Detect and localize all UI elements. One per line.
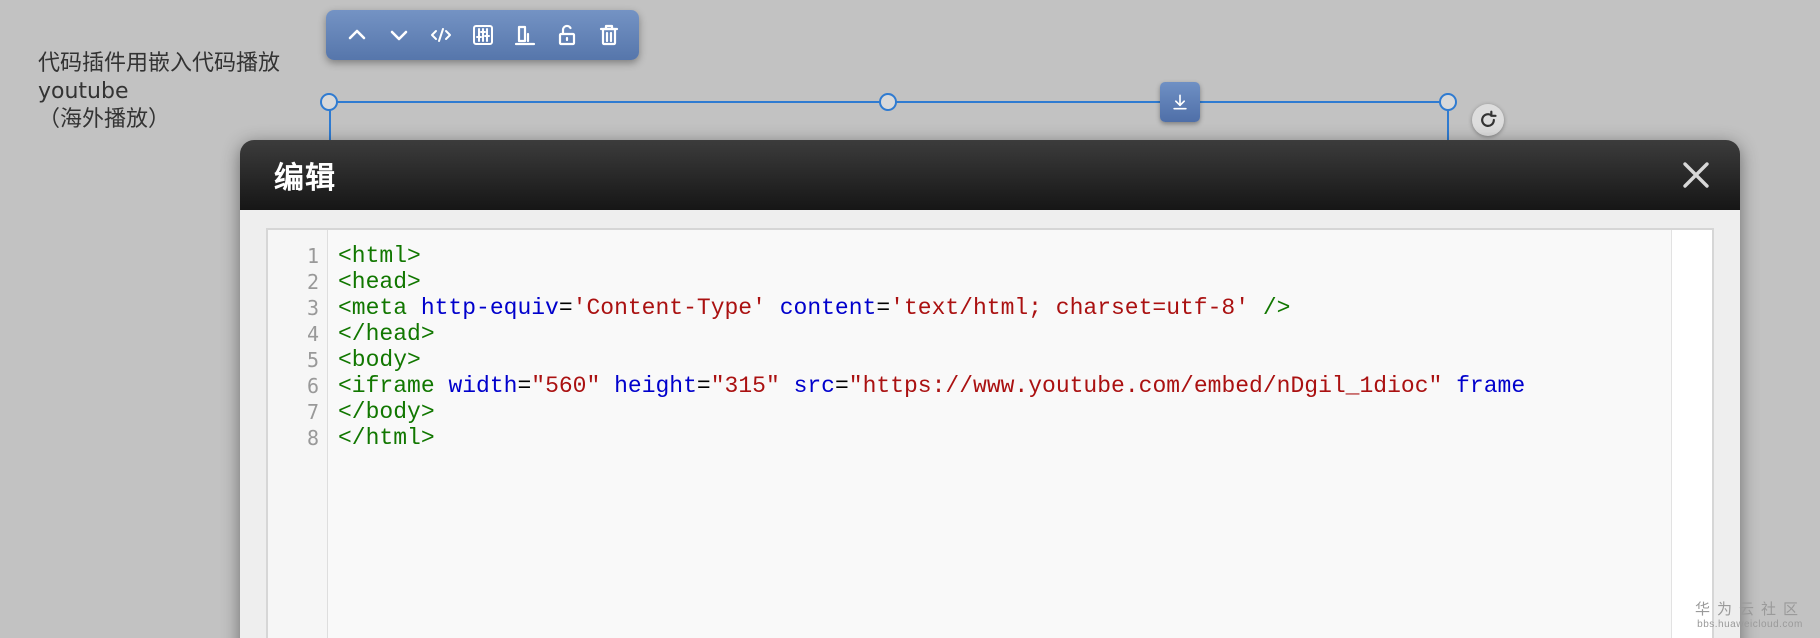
rotate-button[interactable] [1472, 104, 1504, 136]
code-token: 'text/html; charset=utf-8' [890, 295, 1250, 321]
edit-code-button[interactable] [424, 18, 458, 52]
resize-handle[interactable] [320, 93, 338, 111]
close-button[interactable] [1678, 157, 1714, 193]
code-token: <body> [338, 347, 421, 373]
code-token: = [558, 295, 573, 321]
chart-icon [514, 25, 536, 46]
layout-button[interactable] [508, 18, 542, 52]
resize-handle[interactable] [879, 93, 897, 111]
code-token: width [448, 373, 518, 399]
line-number: 6 [306, 374, 319, 398]
code-line: </html> [338, 425, 1671, 451]
code-line: <html> [338, 243, 1671, 269]
code-token: "315" [710, 373, 780, 399]
code-token: height [614, 373, 697, 399]
code-icon [431, 28, 451, 42]
watermark-title: 华为云社区 [1694, 600, 1805, 618]
code-line: </head> [338, 321, 1671, 347]
sliders-icon [473, 25, 493, 45]
code-token: <html> [338, 243, 421, 269]
code-token: <meta [338, 295, 408, 321]
line-number-gutter: 12345678 [268, 230, 328, 638]
chevron-up-icon [348, 29, 366, 40]
line-number: 4 [306, 322, 319, 346]
dialog-title: 编辑 [274, 161, 336, 196]
code-token: = [517, 373, 532, 399]
code-line: </body> [338, 399, 1671, 425]
delete-button[interactable] [592, 18, 626, 52]
code-token: = [834, 373, 849, 399]
code-line: <meta http-equiv='Content-Type' content=… [338, 295, 1671, 321]
lock-button[interactable] [550, 18, 584, 52]
code-token: "https://www.youtube.com/embed/nDgil_1di… [848, 373, 1443, 399]
move-up-button[interactable] [340, 18, 374, 52]
code-token: src [793, 373, 835, 399]
trash-icon [599, 24, 619, 46]
code-line: <iframe width="560" height="315" src="ht… [338, 373, 1671, 399]
code-token: http-equiv [420, 295, 559, 321]
rotate-icon [1481, 110, 1497, 127]
code-token: "560" [531, 373, 601, 399]
component-label: 代码插件用嵌入代码播放 youtube （海外播放） [38, 50, 280, 134]
code-text[interactable]: <html> <head> <meta http-equiv='Content-Ty… [328, 230, 1671, 638]
component-label-line: （海外播放） [38, 107, 171, 132]
dialog-header: 编辑 [240, 140, 1740, 210]
code-token: <iframe [338, 373, 435, 399]
chevron-down-icon [390, 30, 408, 41]
download-icon [1173, 94, 1187, 110]
code-token: </html> [338, 425, 435, 451]
line-number: 8 [306, 426, 319, 450]
line-number: 1 [306, 244, 319, 268]
code-editor-area: 12345678 <html> <head> <meta http-equiv='C… [268, 230, 1672, 638]
component-toolbar [326, 10, 639, 60]
code-editor[interactable]: 12345678 <html> <head> <meta http-equiv='C… [266, 228, 1714, 638]
code-token: = [876, 295, 891, 321]
component-label-line: youtube [38, 79, 129, 104]
code-token: frame [1456, 373, 1526, 399]
line-number: 3 [306, 296, 319, 320]
line-number: 7 [306, 400, 319, 424]
edit-dialog: 编辑 12345678 <html> <head> <meta http-equiv… [240, 140, 1740, 638]
download-button[interactable] [1160, 82, 1200, 122]
close-icon [1683, 162, 1709, 188]
dialog-body: 12345678 <html> <head> <meta http-equiv='C… [240, 210, 1740, 638]
watermark: 华为云社区 bbs.huaweicloud.com [1690, 598, 1810, 630]
code-token: </body> [338, 399, 435, 425]
watermark-url: bbs.huaweicloud.com [1697, 619, 1803, 630]
code-token: </head> [338, 321, 435, 347]
settings-button[interactable] [466, 18, 500, 52]
component-label-line: 代码插件用嵌入代码播放 [38, 51, 281, 76]
code-token: 'Content-Type' [572, 295, 766, 321]
code-line: <head> [338, 269, 1671, 295]
code-token: <head> [338, 269, 421, 295]
code-token: content [779, 295, 877, 321]
code-token: /> [1262, 295, 1291, 321]
line-number: 2 [306, 270, 319, 294]
code-line: <body> [338, 347, 1671, 373]
code-token: = [696, 373, 711, 399]
unlock-icon [558, 24, 576, 46]
resize-handle[interactable] [1439, 93, 1457, 111]
move-down-button[interactable] [382, 18, 416, 52]
line-number: 5 [306, 348, 319, 372]
